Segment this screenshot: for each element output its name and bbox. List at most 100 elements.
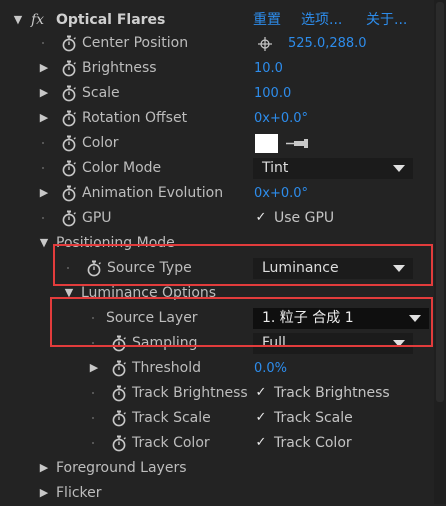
collapse-arrow-icon[interactable]: ▼ [37,233,51,253]
effect-name: Optical Flares [56,12,166,28]
source-type-value: Luminance [262,260,339,276]
tree-dot [42,142,44,144]
color-row: Color [0,131,434,156]
tree-dot [67,267,69,269]
collapse-arrow-icon[interactable]: ▼ [11,10,25,30]
center-position-label: Center Position [82,35,189,51]
track-color-label: Track Color [132,435,210,451]
animation-evolution-label: Animation Evolution [82,185,224,201]
rotation-offset-value[interactable]: 0x+0.0° [254,106,308,131]
color-label: Color [82,135,119,151]
scale-label: Scale [82,85,120,101]
threshold-row: ▶ Threshold 0.0% [0,356,434,381]
luminance-options-label: Luminance Options [81,285,217,301]
rotation-offset-label: Rotation Offset [82,110,188,126]
track-scale-checkbox-label: Track Scale [274,410,353,426]
expand-arrow-icon[interactable]: ▶ [37,458,51,478]
center-position-row: Center Position 525.0,288.0 [0,31,434,56]
flicker-row: ▶ Flicker [0,481,434,506]
threshold-value[interactable]: 0.0% [254,356,287,381]
tree-dot [42,42,44,44]
source-type-label: Source Type [107,260,192,276]
expand-arrow-icon[interactable]: ▶ [37,83,51,103]
collapse-arrow-icon[interactable]: ▼ [62,283,76,303]
track-brightness-checkbox[interactable]: ✓ [254,386,268,400]
flicker-label: Flicker [56,485,102,501]
rotation-offset-row: ▶ Rotation Offset 0x+0.0° [0,106,434,131]
gpu-row: GPU ✓ Use GPU [0,206,434,231]
track-brightness-label: Track Brightness [132,385,248,401]
tree-dot [92,317,94,319]
brightness-value[interactable]: 10.0 [254,56,283,81]
source-layer-value: 1. 粒子 合成 1 [262,310,354,326]
about-link[interactable]: 关于... [366,8,407,33]
tree-dot [92,392,94,394]
options-link[interactable]: 选项... [301,8,342,33]
scrollbar[interactable] [434,0,446,504]
tree-dot [92,442,94,444]
chevron-down-icon [409,315,421,322]
stopwatch-icon[interactable] [61,160,77,177]
sampling-row: Sampling Full [0,331,434,356]
stopwatch-icon[interactable] [111,335,127,352]
use-gpu-checkbox[interactable]: ✓ [254,211,268,225]
animation-evolution-value[interactable]: 0x+0.0° [254,181,308,206]
source-layer-row: Source Layer 1. 粒子 合成 1 [0,306,434,331]
reset-link[interactable]: 重置 [253,8,281,33]
sampling-label: Sampling [132,335,198,351]
track-scale-label: Track Scale [132,410,211,426]
expand-arrow-icon[interactable]: ▶ [37,108,51,128]
crosshair-icon[interactable] [258,37,272,51]
track-scale-row: Track Scale ✓ Track Scale [0,406,434,431]
chevron-down-icon [393,265,405,272]
stopwatch-icon[interactable] [61,85,77,102]
fx-icon[interactable]: fx [31,8,44,33]
sampling-dropdown[interactable]: Full [253,333,413,354]
chevron-down-icon [393,165,405,172]
sampling-value: Full [262,335,286,351]
stopwatch-icon[interactable] [61,135,77,152]
stopwatch-icon[interactable] [61,35,77,52]
stopwatch-icon[interactable] [61,210,77,227]
positioning-mode-row: ▼ Positioning Mode [0,231,434,256]
color-mode-value: Tint [262,160,289,176]
scale-value[interactable]: 100.0 [254,81,291,106]
eyedropper-icon[interactable] [286,137,310,150]
source-type-dropdown[interactable]: Luminance [253,258,413,279]
gpu-label: GPU [82,210,112,226]
scale-row: ▶ Scale 100.0 [0,81,434,106]
stopwatch-icon[interactable] [61,60,77,77]
effect-header-row: ▼ fx Optical Flares 重置 选项... 关于... [0,8,434,33]
stopwatch-icon[interactable] [111,385,127,402]
track-color-checkbox[interactable]: ✓ [254,436,268,450]
track-brightness-row: Track Brightness ✓ Track Brightness [0,381,434,406]
source-layer-dropdown[interactable]: 1. 粒子 合成 1 [253,308,429,329]
expand-arrow-icon[interactable]: ▶ [37,483,51,503]
stopwatch-icon[interactable] [61,110,77,127]
center-position-value[interactable]: 525.0,288.0 [288,31,367,56]
tree-dot [92,342,94,344]
stopwatch-icon[interactable] [86,260,102,277]
expand-arrow-icon[interactable]: ▶ [37,183,51,203]
stopwatch-icon[interactable] [111,410,127,427]
brightness-label: Brightness [82,60,157,76]
stopwatch-icon[interactable] [61,185,77,202]
color-mode-label: Color Mode [82,160,162,176]
luminance-options-row: ▼ Luminance Options [0,281,434,306]
track-color-row: Track Color ✓ Track Color [0,431,434,456]
track-scale-checkbox[interactable]: ✓ [254,411,268,425]
scrollbar-thumb[interactable] [436,2,444,402]
effect-controls-panel: ▼ fx Optical Flares 重置 选项... 关于... Cente… [0,0,446,504]
color-swatch[interactable] [255,134,278,153]
stopwatch-icon[interactable] [111,360,127,377]
tree-dot [92,417,94,419]
tree-dot [42,217,44,219]
threshold-label: Threshold [132,360,201,376]
positioning-mode-label: Positioning Mode [56,235,175,251]
expand-arrow-icon[interactable]: ▶ [37,58,51,78]
color-mode-dropdown[interactable]: Tint [253,158,413,179]
expand-arrow-icon[interactable]: ▶ [87,358,101,378]
use-gpu-label: Use GPU [274,210,335,226]
stopwatch-icon[interactable] [111,435,127,452]
track-brightness-checkbox-label: Track Brightness [274,385,390,401]
